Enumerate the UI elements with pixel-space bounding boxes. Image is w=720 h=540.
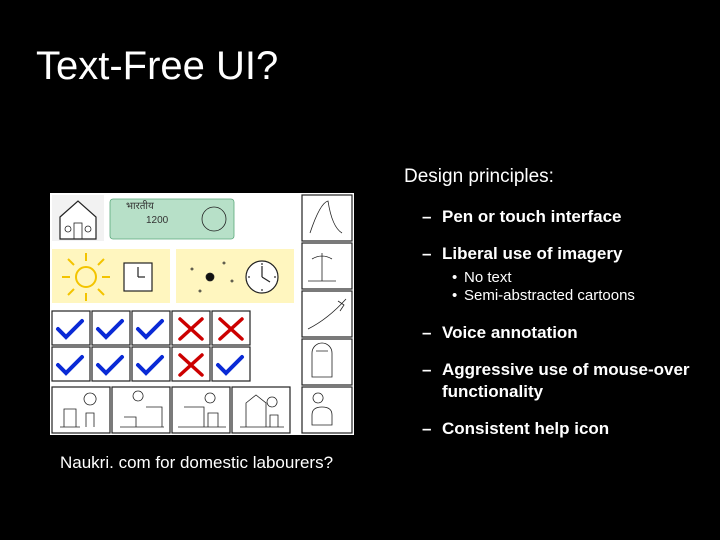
principle-item: Liberal use of imagery No text Semi-abst…: [404, 243, 704, 306]
principles-list: Pen or touch interface Liberal use of im…: [404, 206, 704, 439]
principle-label: Consistent help icon: [442, 419, 609, 438]
principles-block: Design principles: Pen or touch interfac…: [404, 166, 704, 455]
principles-heading: Design principles:: [404, 166, 704, 188]
house-cell: [52, 195, 104, 241]
banknote-cell: 1200 भारतीय: [110, 199, 234, 239]
scene-row: [52, 387, 290, 433]
principle-label: Liberal use of imagery: [442, 244, 622, 263]
principle-sublist: No text Semi-abstracted cartoons: [442, 269, 704, 307]
clock-icon: [246, 261, 278, 293]
attendance-grid: [52, 311, 250, 381]
clock-icon: [124, 263, 152, 291]
principle-label: Voice annotation: [442, 323, 578, 342]
principle-item: Aggressive use of mouse-over functionali…: [404, 359, 704, 402]
start-time-cell: [52, 249, 170, 303]
ui-mock-figure: 1200 भारतीय: [50, 193, 354, 435]
principle-subitem: Semi-abstracted cartoons: [442, 287, 704, 306]
principle-label: Pen or touch interface: [442, 207, 621, 226]
principle-subitem: No text: [442, 269, 704, 288]
principle-item: Pen or touch interface: [404, 206, 704, 227]
slide-title: Text-Free UI?: [36, 44, 278, 89]
principle-item: Voice annotation: [404, 322, 704, 343]
banknote-value: 1200: [146, 215, 169, 226]
figure-caption: Naukri. com for domestic labourers?: [60, 453, 333, 473]
principle-item: Consistent help icon: [404, 418, 704, 439]
end-time-cell: [176, 249, 294, 303]
svg-text:भारतीय: भारतीय: [126, 200, 154, 212]
principle-label: Aggressive use of mouse-over functionali…: [442, 360, 690, 400]
